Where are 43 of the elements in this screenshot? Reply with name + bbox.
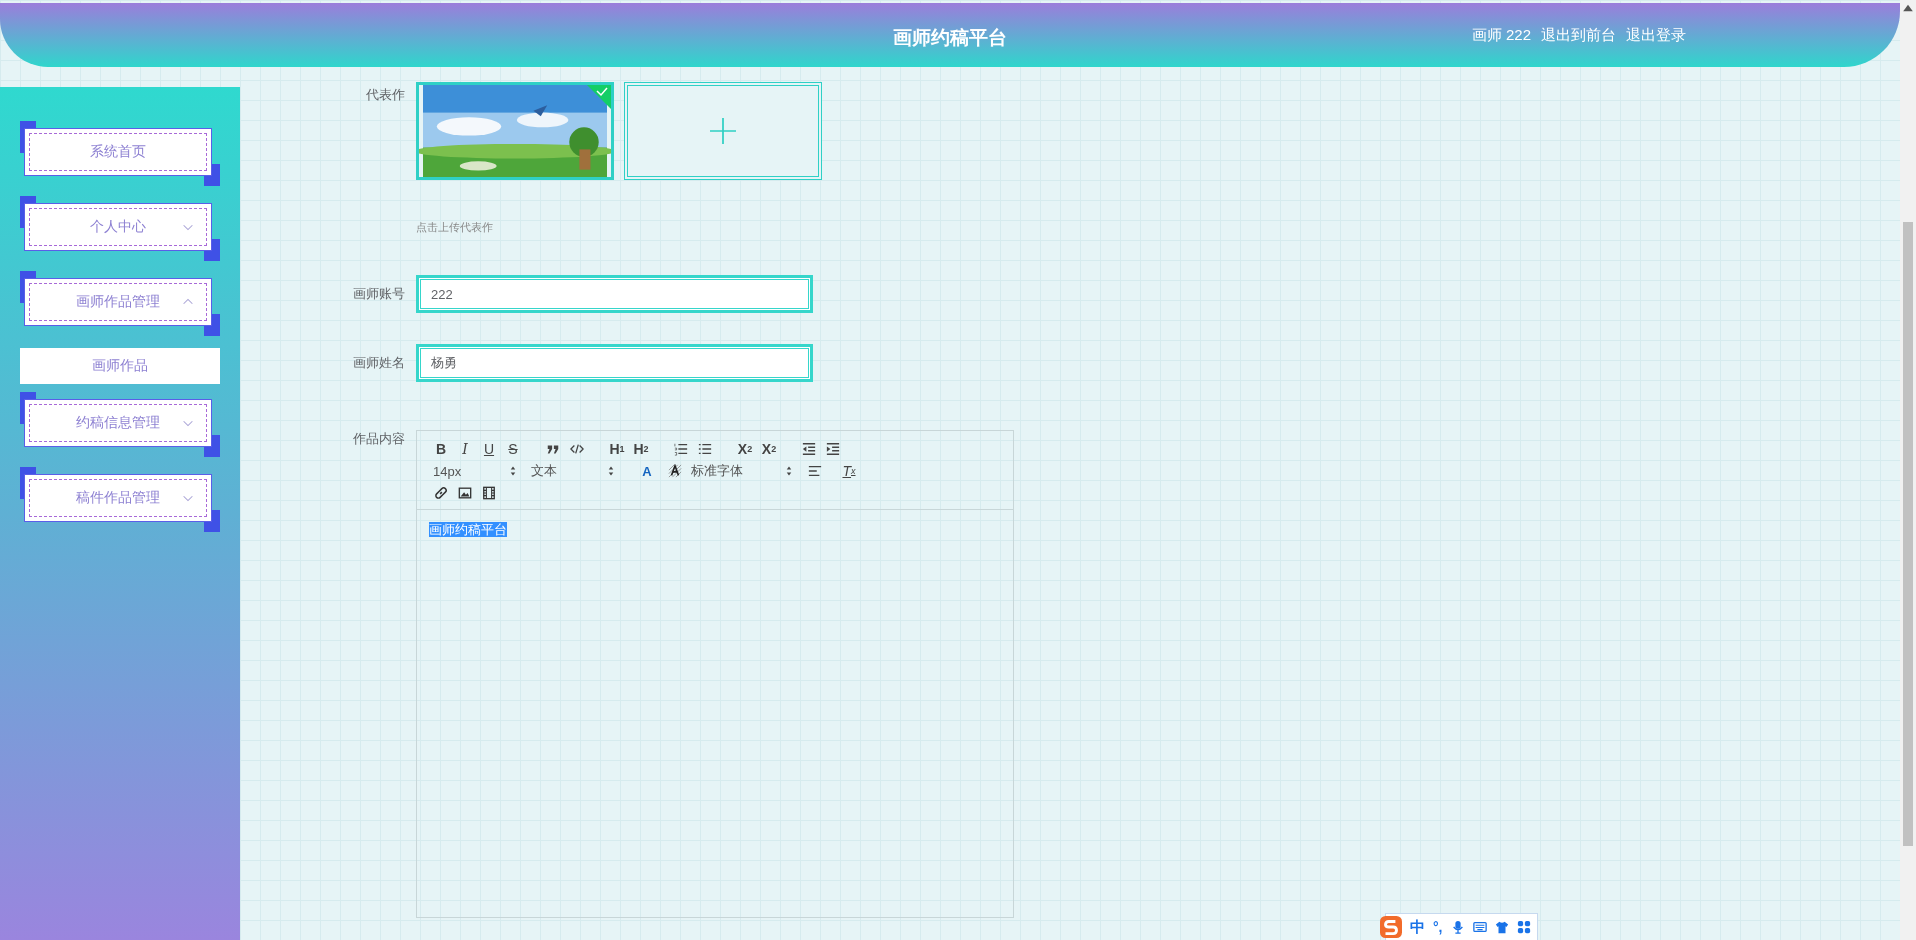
check-corner-icon xyxy=(587,85,611,109)
indent-icon[interactable] xyxy=(826,442,840,456)
field-label: 作品内容 xyxy=(352,430,405,448)
sort-arrows-icon xyxy=(509,465,517,477)
user-label: 画师 222 xyxy=(1471,25,1531,45)
shirt-icon[interactable] xyxy=(1494,920,1509,934)
grid-icon[interactable] xyxy=(1516,920,1531,934)
align-icon[interactable] xyxy=(808,464,822,478)
input-mode[interactable]: 中 xyxy=(1410,917,1425,937)
scrollbar[interactable] xyxy=(1900,0,1916,940)
outdent-icon[interactable] xyxy=(802,442,816,456)
strikethrough-button[interactable]: S xyxy=(501,439,525,459)
input-field[interactable]: 杨勇 xyxy=(416,344,813,382)
keyboard-icon[interactable] xyxy=(1472,920,1487,934)
image-icon[interactable] xyxy=(458,486,472,500)
font-family-select[interactable]: 标准字体 xyxy=(687,461,797,481)
font-size-select[interactable]: 14px xyxy=(429,461,521,481)
sort-arrows-icon xyxy=(785,465,793,477)
site-title: 画师约稿平台 xyxy=(893,26,1007,50)
code-icon[interactable] xyxy=(570,442,584,456)
upload-hint: 点击上传代表作 xyxy=(416,220,494,235)
bullet-list-icon[interactable] xyxy=(698,442,712,456)
bold-button[interactable]: B xyxy=(429,439,453,459)
numbered-list-icon[interactable] xyxy=(674,442,688,456)
submenu-item[interactable]: 画师作品 xyxy=(20,348,220,384)
heading-select[interactable]: 文本 xyxy=(527,461,619,481)
punctuation-mode[interactable]: °, xyxy=(1433,919,1443,935)
underline-button[interactable]: U xyxy=(477,439,501,459)
link-icon[interactable] xyxy=(434,486,448,500)
field-label: 画师账号 xyxy=(352,285,405,303)
editor-text: 画师约稿平台 xyxy=(429,522,507,537)
highlight-icon[interactable] xyxy=(668,464,682,478)
upload-tile[interactable] xyxy=(624,82,822,180)
font-color-button[interactable]: A xyxy=(635,461,659,481)
video-icon[interactable] xyxy=(482,486,496,500)
superscript-button[interactable]: X$^{2}$ xyxy=(757,439,781,459)
italic-button[interactable]: I xyxy=(453,439,477,459)
field-label: 画师姓名 xyxy=(352,354,405,372)
sort-arrows-icon xyxy=(607,465,615,477)
microphone-icon[interactable] xyxy=(1450,920,1465,934)
plus-icon xyxy=(710,118,736,144)
field-label: 代表作 xyxy=(365,86,405,104)
input-field[interactable]: 222 xyxy=(416,275,813,313)
